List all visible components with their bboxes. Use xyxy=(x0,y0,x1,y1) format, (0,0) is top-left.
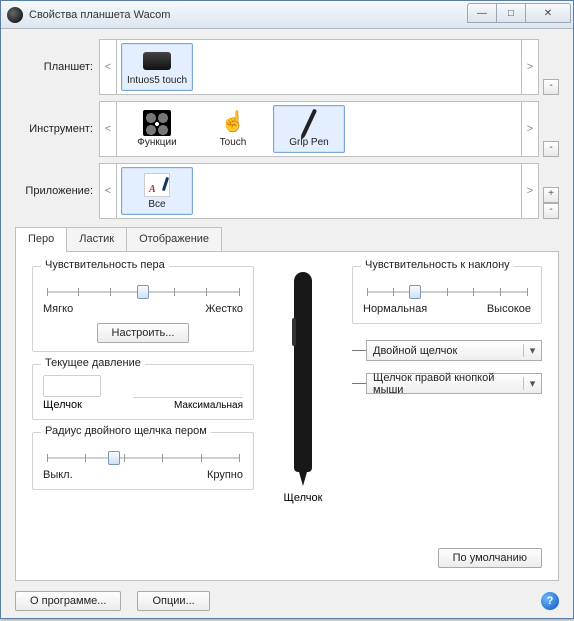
app-icon xyxy=(7,7,23,23)
app-add-button[interactable]: + xyxy=(543,187,559,203)
lower-button-value: Щелчок правой кнопкой мыши xyxy=(367,372,523,396)
tool-label: Инструмент: xyxy=(15,123,99,135)
window-title: Свойства планшета Wacom xyxy=(29,9,468,21)
lower-button-combo[interactable]: Щелчок правой кнопкой мыши ▾ xyxy=(366,373,542,394)
tablet-gallery: Intuos5 touch xyxy=(117,39,521,95)
tip-feel-firm-label: Жестко xyxy=(205,303,243,315)
tablet-icon xyxy=(143,52,171,70)
tab-mapping[interactable]: Отображение xyxy=(126,227,222,251)
app-gallery: Все xyxy=(117,163,521,219)
group-double-click: Радиус двойного щелчка пером Выкл. Крупн… xyxy=(32,432,254,490)
pressure-title: Текущее давление xyxy=(41,357,145,369)
group-tilt: Чувствительность к наклону Нормальная Вы… xyxy=(352,266,542,324)
app-label: Приложение: xyxy=(15,185,99,197)
tilt-slider[interactable] xyxy=(367,283,527,301)
wacom-properties-window: Свойства планшета Wacom — □ ✕ Планшет: <… xyxy=(0,0,574,619)
tool-item-touch[interactable]: ☝ Touch xyxy=(197,105,269,153)
maximize-button[interactable]: □ xyxy=(496,3,526,23)
app-next-button[interactable]: > xyxy=(521,163,539,219)
tip-feel-soft-label: Мягко xyxy=(43,303,73,315)
chevron-down-icon: ▾ xyxy=(523,344,541,357)
tablet-prev-button[interactable]: < xyxy=(99,39,117,95)
tool-remove-button[interactable]: - xyxy=(543,141,559,157)
titlebar[interactable]: Свойства планшета Wacom — □ ✕ xyxy=(1,1,573,29)
tablet-next-button[interactable]: > xyxy=(521,39,539,95)
tilt-normal-label: Нормальная xyxy=(363,303,427,315)
about-button[interactable]: О программе... xyxy=(15,591,121,611)
group-current-pressure: Текущее давление Щелчок Максимальная xyxy=(32,364,254,420)
tab-eraser[interactable]: Ластик xyxy=(66,227,127,251)
pen-illustration xyxy=(294,272,312,472)
tablet-label: Планшет: xyxy=(15,61,99,73)
close-button[interactable]: ✕ xyxy=(525,3,571,23)
upper-button-combo[interactable]: Двойной щелчок ▾ xyxy=(366,340,542,361)
tool-gallery: Функции ☝ Touch Grip Pen xyxy=(117,101,521,157)
dblclick-slider[interactable] xyxy=(47,449,239,467)
help-icon[interactable]: ? xyxy=(541,592,559,610)
dblclick-title: Радиус двойного щелчка пером xyxy=(41,425,211,437)
group-tip-feel: Чувствительность пера Мягко Жестко Настр… xyxy=(32,266,254,352)
tool-item-grip-pen[interactable]: Grip Pen xyxy=(273,105,345,153)
tablet-remove-button[interactable]: - xyxy=(543,79,559,95)
dblclick-off-label: Выкл. xyxy=(43,469,73,481)
touch-icon: ☝ xyxy=(221,109,246,134)
customize-button[interactable]: Настроить... xyxy=(97,323,190,343)
tab-page-pen: Чувствительность пера Мягко Жестко Настр… xyxy=(15,251,559,581)
chevron-down-icon: ▾ xyxy=(523,377,541,390)
tip-feel-title: Чувствительность пера xyxy=(41,259,169,271)
tilt-title: Чувствительность к наклону xyxy=(361,259,514,271)
pen-tip-label: Щелчок xyxy=(284,492,323,504)
tilt-high-label: Высокое xyxy=(487,303,531,315)
options-button[interactable]: Опции... xyxy=(137,591,209,611)
all-apps-icon xyxy=(144,173,170,197)
pen-icon xyxy=(301,109,317,138)
minimize-button[interactable]: — xyxy=(467,3,497,23)
app-item-all[interactable]: Все xyxy=(121,167,193,215)
tab-strip: Перо Ластик Отображение xyxy=(15,227,559,251)
app-prev-button[interactable]: < xyxy=(99,163,117,219)
functions-icon xyxy=(143,110,171,136)
pressure-click-label: Щелчок xyxy=(43,399,101,411)
pressure-max-label: Максимальная xyxy=(133,400,243,411)
tool-next-button[interactable]: > xyxy=(521,101,539,157)
tip-feel-slider[interactable] xyxy=(47,283,239,301)
tool-item-functions[interactable]: Функции xyxy=(121,105,193,153)
tab-pen[interactable]: Перо xyxy=(15,227,67,251)
default-button[interactable]: По умолчанию xyxy=(438,548,542,568)
pressure-test-area[interactable] xyxy=(43,375,101,397)
dblclick-large-label: Крупно xyxy=(207,469,243,481)
tool-prev-button[interactable]: < xyxy=(99,101,117,157)
tablet-item-intuos5[interactable]: Intuos5 touch xyxy=(121,43,193,91)
app-remove-button[interactable]: - xyxy=(543,203,559,219)
upper-button-value: Двойной щелчок xyxy=(367,345,523,357)
